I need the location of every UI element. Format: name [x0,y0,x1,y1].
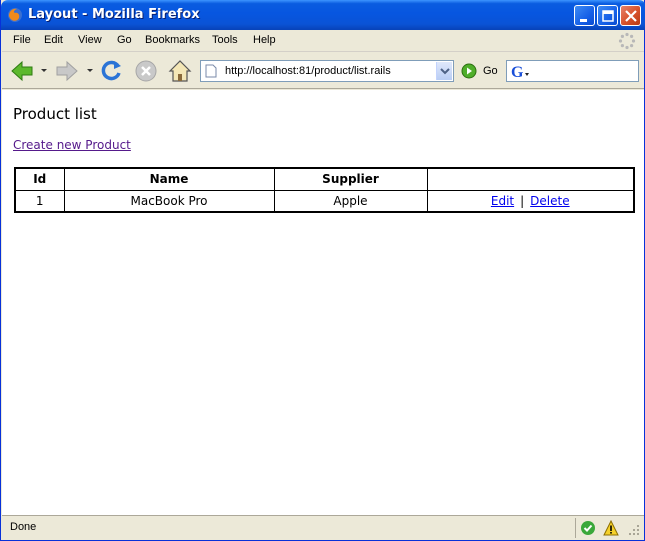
page-title: Product list [13,105,97,123]
browser-window: Layout - Mozilla Firefox File Edit View … [0,0,645,541]
reload-icon[interactable] [98,58,124,84]
navigation-toolbar: http://localhost:81/product/list.rails G… [2,53,644,89]
product-table: Id Name Supplier 1 MacBook Pro Apple Edi… [14,167,635,213]
status-divider [575,518,576,538]
search-bar[interactable]: G [506,60,639,82]
cell-name: MacBook Pro [63,189,275,213]
page-content: Product list Create new Product Id Name … [2,90,644,515]
window-title: Layout - Mozilla Firefox [28,7,200,22]
status-bar: Done [2,515,644,540]
check-icon[interactable] [580,520,596,536]
cell-id: 1 [14,189,65,213]
menu-help[interactable]: Help [253,34,276,46]
title-bar: Layout - Mozilla Firefox [1,0,645,30]
menu-view[interactable]: View [78,34,102,46]
address-bar[interactable]: http://localhost:81/product/list.rails [200,60,454,82]
go-button[interactable]: Go [483,65,498,77]
action-separator: | [520,193,525,208]
create-product-link[interactable]: Create new Product [13,138,131,152]
firefox-icon [8,8,22,22]
table-header-row: Id Name Supplier [14,167,635,191]
close-icon [625,10,637,22]
menu-go[interactable]: Go [117,34,132,46]
column-header-id: Id [14,167,65,191]
stop-icon[interactable] [133,58,159,84]
home-icon[interactable] [167,58,193,84]
close-button[interactable] [620,5,641,26]
forward-history-dropdown[interactable] [87,69,93,72]
menu-file[interactable]: File [13,34,31,46]
column-header-supplier: Supplier [273,167,428,191]
maximize-icon [602,10,614,22]
minimize-icon [580,19,587,22]
back-history-dropdown[interactable] [41,69,47,72]
table-row: 1 MacBook Pro Apple Edit | Delete [14,189,635,213]
back-icon[interactable] [9,58,35,84]
maximize-button[interactable] [597,5,618,26]
column-header-name: Name [63,167,275,191]
chevron-down-icon [440,68,450,75]
cell-actions: Edit | Delete [426,189,635,213]
column-header-actions [426,167,635,191]
url-history-dropdown[interactable] [436,62,452,80]
go-icon[interactable] [461,63,477,79]
url-text[interactable]: http://localhost:81/product/list.rails [225,65,391,77]
forward-icon[interactable] [54,58,80,84]
throbber-icon [618,32,636,50]
google-icon[interactable]: G [510,63,532,79]
menu-edit[interactable]: Edit [44,34,63,46]
menu-bar: File Edit View Go Bookmarks Tools Help [2,30,644,52]
menu-tools[interactable]: Tools [212,34,238,46]
resize-grip-icon[interactable] [628,524,640,536]
svg-text:G: G [511,64,524,79]
status-text: Done [10,521,37,533]
minimize-button[interactable] [574,5,595,26]
cell-supplier: Apple [273,189,428,213]
edit-link[interactable]: Edit [491,194,514,208]
page-icon [205,64,217,78]
delete-link[interactable]: Delete [530,194,569,208]
warning-icon[interactable] [603,520,619,536]
menu-bookmarks[interactable]: Bookmarks [145,34,200,46]
